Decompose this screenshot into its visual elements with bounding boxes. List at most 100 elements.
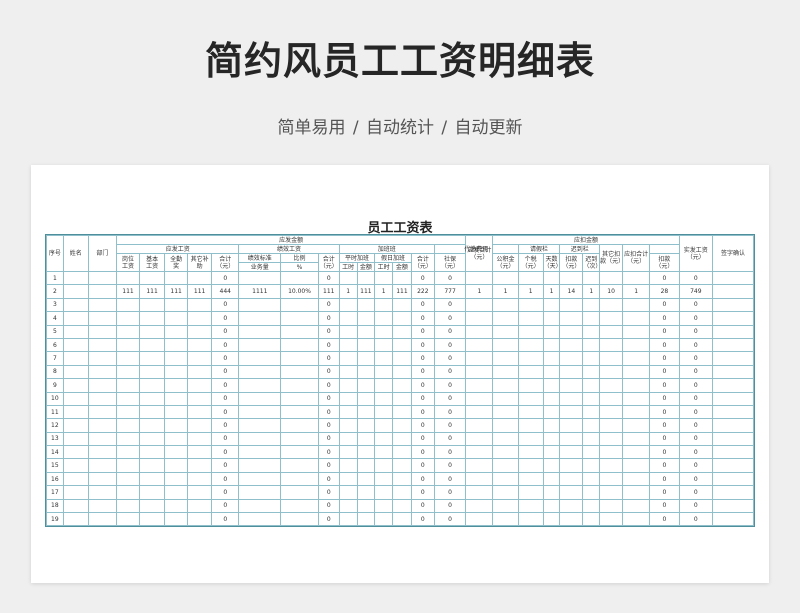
table-cell-od[interactable] — [622, 378, 651, 393]
table-cell-net[interactable]: 0 — [678, 337, 714, 353]
table-cell-pt[interactable]: 0 — [317, 391, 340, 406]
table-cell-wa[interactable] — [356, 471, 376, 487]
table-cell-wt[interactable]: 0 — [211, 471, 240, 487]
table-cell-tax[interactable] — [517, 485, 544, 500]
table-cell-dt[interactable]: 28 — [649, 284, 680, 299]
table-cell-wa[interactable] — [356, 391, 376, 406]
table-cell-wt[interactable]: 444 — [211, 284, 240, 299]
table-cell-wt[interactable]: 0 — [211, 270, 240, 286]
table-cell-name[interactable] — [62, 512, 89, 527]
table-cell-std[interactable] — [238, 512, 282, 527]
table-cell-lde[interactable] — [599, 324, 624, 339]
table-cell-lc[interactable] — [582, 458, 601, 473]
table-cell-dept[interactable] — [87, 498, 118, 514]
table-cell-od[interactable] — [622, 351, 651, 366]
table-cell-post[interactable] — [116, 404, 141, 420]
table-cell-wa[interactable] — [356, 404, 376, 420]
table-cell-days[interactable] — [542, 391, 561, 406]
table-cell-post[interactable] — [116, 378, 141, 393]
table-cell-lc[interactable] — [582, 337, 601, 353]
table-cell-tax[interactable] — [517, 418, 544, 433]
table-cell-wa[interactable] — [356, 351, 376, 366]
table-cell-dept[interactable] — [87, 337, 118, 353]
table-cell-ha[interactable] — [392, 512, 412, 527]
table-cell-basic[interactable] — [139, 431, 166, 447]
table-cell-fund[interactable] — [492, 378, 519, 393]
table-cell-name[interactable] — [62, 418, 89, 433]
table-cell-dt[interactable]: 0 — [649, 498, 680, 514]
table-cell-other[interactable] — [187, 458, 213, 473]
table-cell-wt[interactable]: 0 — [211, 404, 240, 420]
table-cell-basic[interactable] — [139, 498, 166, 514]
table-cell-name[interactable] — [62, 284, 89, 299]
table-cell-soc[interactable] — [465, 445, 494, 460]
table-cell-dept[interactable] — [87, 485, 118, 500]
table-cell-pay[interactable]: 0 — [433, 351, 467, 366]
table-cell-basic[interactable] — [139, 337, 166, 353]
table-cell-ratio[interactable]: 10.00% — [280, 284, 319, 299]
table-cell-fund[interactable] — [492, 270, 519, 286]
table-cell-lc[interactable]: 1 — [582, 284, 601, 299]
table-cell-tax[interactable] — [517, 270, 544, 286]
table-cell-ratio[interactable] — [280, 485, 319, 500]
table-cell-dept[interactable] — [87, 458, 118, 473]
table-cell-full[interactable] — [164, 337, 189, 353]
table-cell-lc[interactable] — [582, 512, 601, 527]
table-cell-pay[interactable]: 0 — [433, 311, 467, 326]
table-cell-ratio[interactable] — [280, 431, 319, 447]
table-cell-net[interactable]: 0 — [678, 498, 714, 514]
table-cell-name[interactable] — [62, 458, 89, 473]
table-cell-lde[interactable] — [599, 364, 624, 380]
table-cell-wa[interactable] — [356, 270, 376, 286]
table-cell-dept[interactable] — [87, 284, 118, 299]
table-cell-soc[interactable] — [465, 351, 494, 366]
table-cell-ratio[interactable] — [280, 364, 319, 380]
table-cell-ha[interactable] — [392, 418, 412, 433]
table-cell-ha[interactable] — [392, 311, 412, 326]
table-cell-ot[interactable]: 0 — [410, 471, 435, 487]
table-cell-sign[interactable] — [712, 485, 754, 500]
table-cell-dept[interactable] — [87, 431, 118, 447]
table-cell-net[interactable]: 0 — [678, 351, 714, 366]
table-cell-ot[interactable]: 0 — [410, 337, 435, 353]
table-cell-post[interactable] — [116, 418, 141, 433]
table-cell-seq[interactable]: 8 — [46, 364, 64, 380]
table-cell-std[interactable] — [238, 270, 282, 286]
table-cell-post[interactable] — [116, 297, 141, 313]
table-cell-ratio[interactable] — [280, 297, 319, 313]
table-cell-full[interactable] — [164, 324, 189, 339]
table-cell-days[interactable] — [542, 431, 561, 447]
table-cell-tax[interactable] — [517, 324, 544, 339]
table-cell-hh[interactable] — [374, 404, 394, 420]
table-cell-ha[interactable] — [392, 324, 412, 339]
table-cell-lde[interactable] — [599, 512, 624, 527]
table-cell-hh[interactable] — [374, 337, 394, 353]
table-cell-days[interactable] — [542, 270, 561, 286]
table-cell-lde[interactable] — [599, 378, 624, 393]
table-cell-lc[interactable] — [582, 431, 601, 447]
table-cell-ot[interactable]: 0 — [410, 324, 435, 339]
table-cell-dept[interactable] — [87, 378, 118, 393]
table-cell-basic[interactable] — [139, 351, 166, 366]
table-cell-lc[interactable] — [582, 404, 601, 420]
table-cell-full[interactable] — [164, 311, 189, 326]
table-cell-wh[interactable] — [338, 458, 358, 473]
table-cell-od[interactable] — [622, 324, 651, 339]
table-cell-std[interactable] — [238, 311, 282, 326]
table-cell-sign[interactable] — [712, 311, 754, 326]
table-cell-std[interactable] — [238, 324, 282, 339]
table-cell-dt[interactable]: 0 — [649, 404, 680, 420]
table-cell-ha[interactable] — [392, 498, 412, 514]
table-cell-pay[interactable]: 0 — [433, 391, 467, 406]
table-cell-wa[interactable] — [356, 445, 376, 460]
table-cell-fund[interactable] — [492, 351, 519, 366]
table-cell-basic[interactable] — [139, 297, 166, 313]
table-cell-od[interactable] — [622, 471, 651, 487]
table-cell-wt[interactable]: 0 — [211, 364, 240, 380]
table-cell-lc[interactable] — [582, 297, 601, 313]
table-cell-ld[interactable] — [559, 324, 584, 339]
table-cell-other[interactable] — [187, 485, 213, 500]
table-cell-full[interactable] — [164, 485, 189, 500]
table-cell-ot[interactable]: 0 — [410, 297, 435, 313]
table-cell-full[interactable] — [164, 458, 189, 473]
